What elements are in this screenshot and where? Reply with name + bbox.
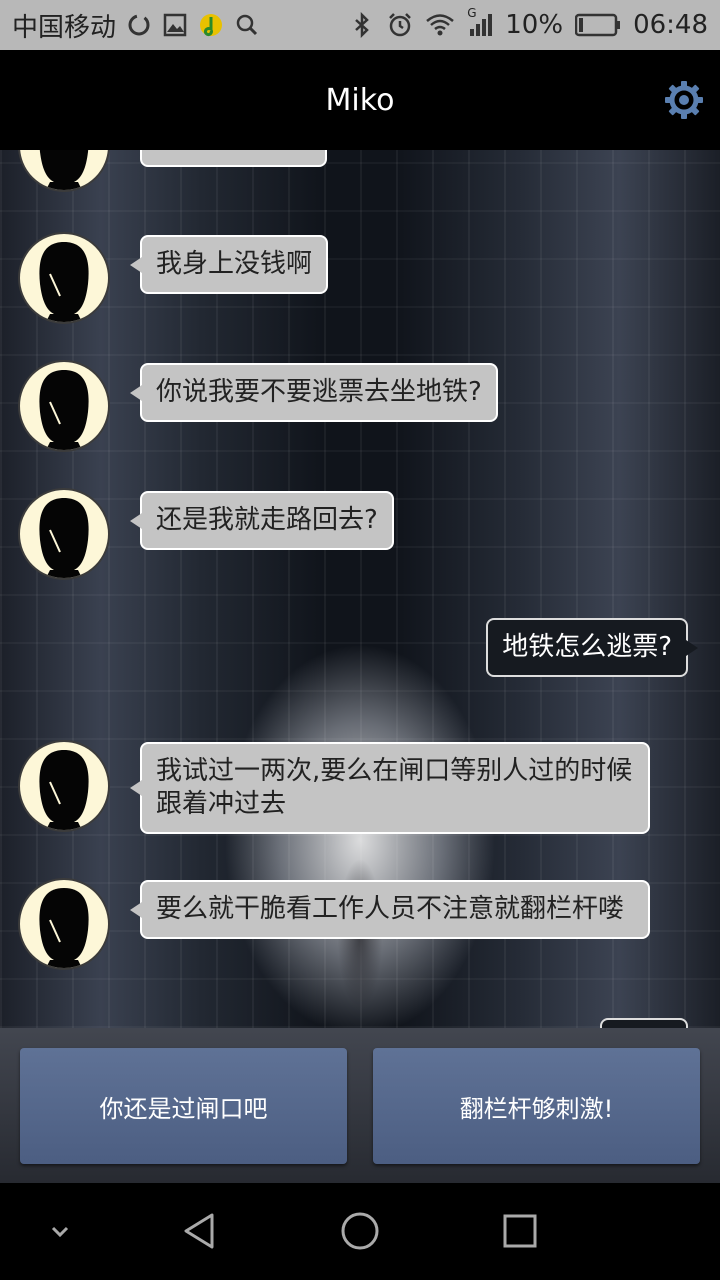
sync-icon <box>128 14 150 36</box>
avatar[interactable] <box>18 878 110 970</box>
message-bubble: 有一个问题... <box>140 150 327 167</box>
search-icon <box>236 14 258 36</box>
network-type-label: G <box>467 6 477 20</box>
message-bubble: 要么就干脆看工作人员不注意就翻栏杆喽 <box>130 880 650 939</box>
status-bar: 中国移动 G 10% 06:48 <box>0 0 720 50</box>
message-bubble: 我试过一两次,要么在闸口等别人过的时候跟着冲过去 <box>130 742 650 834</box>
battery-percent: 10% <box>505 10 564 40</box>
recents-square-icon[interactable] <box>500 1211 540 1251</box>
carrier-label: 中国移动 <box>12 12 117 43</box>
gear-icon[interactable] <box>664 80 704 120</box>
choice-button-gate[interactable]: 你还是过闸口吧 <box>20 1048 347 1164</box>
message-bubble: 还是我就走路回去? <box>130 491 394 550</box>
choice-panel: 你还是过闸口吧 翻栏杆够刺激! <box>0 1028 720 1183</box>
avatar[interactable] <box>18 488 110 580</box>
bluetooth-icon <box>355 12 370 38</box>
chevron-down-icon[interactable] <box>40 1211 80 1251</box>
page-title: Miko <box>325 82 395 118</box>
image-icon <box>163 13 187 37</box>
avatar[interactable] <box>18 360 110 452</box>
home-circle-icon[interactable] <box>340 1211 380 1251</box>
choice-button-climb[interactable]: 翻栏杆够刺激! <box>373 1048 700 1164</box>
alarm-icon <box>389 13 412 37</box>
clock: 06:48 <box>633 10 708 40</box>
back-triangle-icon[interactable] <box>180 1211 220 1251</box>
message-bubble: 你说我要不要逃票去坐地铁? <box>130 363 498 422</box>
avatar[interactable] <box>18 232 110 324</box>
avatar[interactable] <box>18 740 110 832</box>
message-bubble-outgoing: 地铁怎么逃票? <box>486 618 698 677</box>
message-bubble: 我身上没钱啊 <box>129 235 329 294</box>
navigation-bar <box>0 1183 720 1280</box>
app-notification-icon <box>200 14 223 37</box>
battery-icon <box>575 13 621 37</box>
cell-signal: G <box>467 6 493 38</box>
wifi-icon <box>426 14 455 36</box>
title-bar: Miko <box>0 50 720 150</box>
chat-area[interactable]: 有一个问题... 我身上没钱啊 你说我要不要逃票去坐地铁? 还是我就走路回去? … <box>0 150 720 1028</box>
message-bubble-outgoing-partial <box>600 1018 688 1028</box>
avatar[interactable] <box>18 150 110 192</box>
